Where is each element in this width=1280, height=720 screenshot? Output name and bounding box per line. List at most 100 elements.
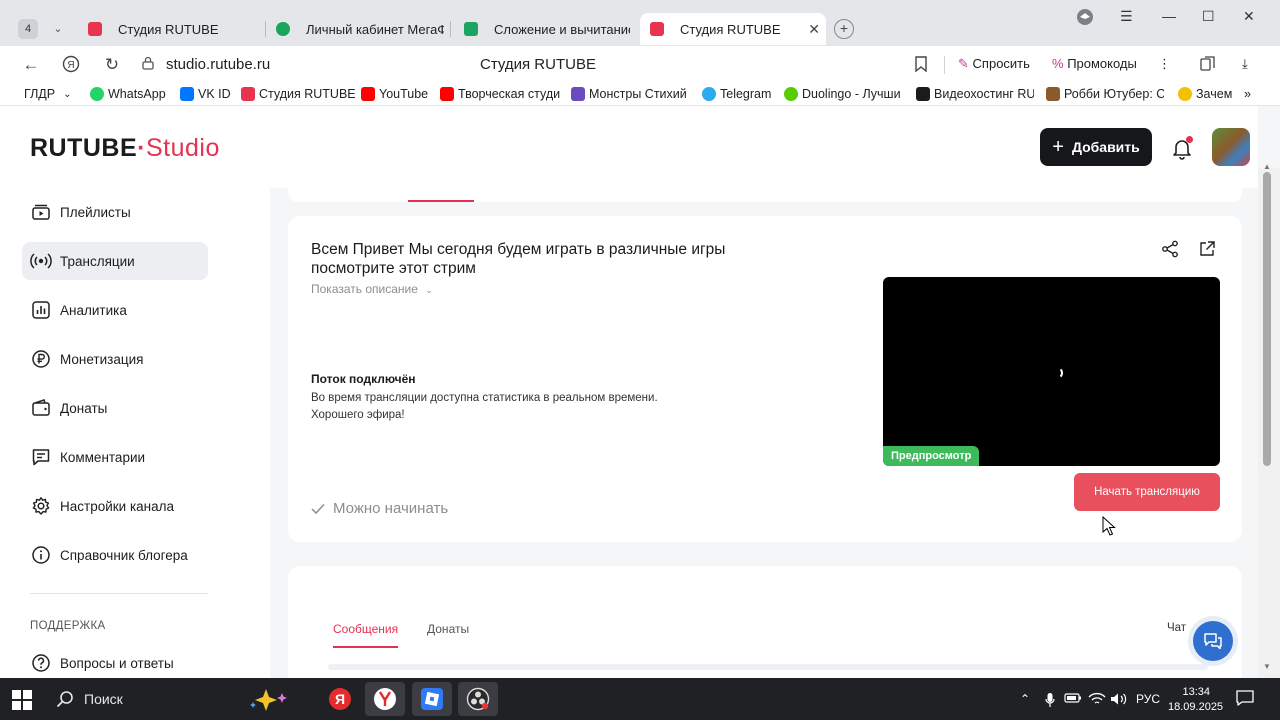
sidebar-item-donations[interactable]: Донаты bbox=[22, 389, 208, 427]
roblox-app-icon[interactable] bbox=[412, 682, 452, 716]
more-options-icon[interactable]: ⋮ bbox=[1158, 56, 1171, 72]
close-tab-icon[interactable]: ✕ bbox=[808, 21, 820, 38]
studio-logo[interactable]: RUTUBE·Studio bbox=[30, 134, 220, 163]
scroll-down-icon[interactable]: ▼ bbox=[1263, 662, 1271, 671]
bookmark-item[interactable]: VK ID bbox=[180, 87, 231, 101]
open-external-icon[interactable] bbox=[1198, 240, 1216, 263]
menu-icon[interactable]: ☰ bbox=[1120, 8, 1133, 25]
sidebar-item-blogger-guide[interactable]: Справочник блогера bbox=[22, 536, 208, 574]
tray-chevron-up-icon[interactable]: ⌃ bbox=[1020, 692, 1030, 706]
microphone-icon[interactable] bbox=[1045, 692, 1055, 711]
browser-tab-label: Студия RUTUBE bbox=[680, 21, 781, 37]
share-icon[interactable] bbox=[1161, 240, 1179, 263]
wallet-icon bbox=[30, 397, 52, 419]
maximize-icon[interactable]: ☐ bbox=[1202, 8, 1215, 25]
tab-donations[interactable]: Донаты bbox=[427, 622, 469, 636]
bookmark-item[interactable]: ГЛДР ⌄ bbox=[24, 87, 71, 101]
yandex-app-icon[interactable]: Я bbox=[320, 682, 360, 716]
notifications-center-icon[interactable] bbox=[1236, 690, 1254, 709]
bookmark-item[interactable]: YouTube bbox=[361, 87, 428, 101]
bookmark-item[interactable]: Зачем bbox=[1178, 87, 1232, 101]
divider bbox=[944, 56, 945, 74]
bookmark-item[interactable]: WhatsApp bbox=[90, 87, 166, 101]
bookmark-icon[interactable] bbox=[914, 56, 928, 75]
browser-tab-2[interactable]: Личный кабинет МегаФо bbox=[276, 13, 444, 45]
stream-preview[interactable]: Предпросмотр bbox=[883, 277, 1220, 466]
browser-tab-label: Студия RUTUBE bbox=[118, 21, 219, 37]
ask-icon: ✎ bbox=[958, 56, 969, 71]
sidebar: Плейлисты Трансляции Аналитика Монетизац… bbox=[0, 188, 270, 678]
preview-badge: Предпросмотр bbox=[883, 446, 980, 466]
yandex-browser-app-icon[interactable] bbox=[365, 682, 405, 716]
volume-icon[interactable] bbox=[1110, 692, 1128, 709]
plus-icon: + bbox=[1052, 136, 1064, 158]
bookmark-label: Творческая студи bbox=[458, 87, 560, 101]
browser-tab-1[interactable]: Студия RUTUBE bbox=[88, 13, 260, 45]
browser-tab-4-active[interactable]: Студия RUTUBE ✕ bbox=[640, 13, 826, 45]
show-description-link[interactable]: Показать описание ⌄ bbox=[311, 282, 433, 296]
close-window-icon[interactable]: ✕ bbox=[1243, 8, 1255, 25]
battery-icon[interactable] bbox=[1064, 692, 1082, 707]
bookmark-item[interactable]: Студия RUTUBE bbox=[241, 87, 356, 101]
profile-icon[interactable] bbox=[1076, 8, 1094, 29]
download-icon[interactable]: ⤓ bbox=[1242, 56, 1248, 72]
ready-status: Можно начинать bbox=[311, 500, 448, 517]
url-field[interactable]: studio.rutube.ru bbox=[166, 56, 270, 73]
bookmark-label: Студия RUTUBE bbox=[259, 87, 356, 101]
bookmark-label: ГЛДР bbox=[24, 87, 56, 101]
bookmark-label: Видеохостинг RU bbox=[934, 87, 1034, 101]
search-icon bbox=[56, 691, 73, 708]
sidebar-item-channel-settings[interactable]: Настройки канала bbox=[22, 487, 208, 525]
browser-tab-label: Личный кабинет МегаФо bbox=[306, 21, 444, 37]
reload-icon[interactable]: ↻ bbox=[101, 55, 123, 75]
language-indicator[interactable]: РУС bbox=[1136, 692, 1160, 706]
chat-toggle[interactable]: Чат bbox=[1167, 622, 1186, 634]
minimize-icon[interactable]: — bbox=[1162, 8, 1176, 24]
avatar[interactable] bbox=[1212, 128, 1250, 166]
chat-input-area[interactable] bbox=[328, 664, 1208, 670]
new-tab-button[interactable]: + bbox=[834, 19, 854, 39]
sidebar-item-faq[interactable]: Вопросы и ответы bbox=[22, 644, 208, 678]
bookmark-item[interactable]: Творческая студи bbox=[440, 87, 560, 101]
back-icon[interactable]: ← bbox=[20, 55, 42, 75]
sidebar-item-comments[interactable]: Комментарии bbox=[22, 438, 208, 476]
bookmark-item[interactable]: Telegram bbox=[702, 87, 771, 101]
tab-messages[interactable]: Сообщения bbox=[333, 622, 398, 636]
start-broadcast-button[interactable]: Начать трансляцию bbox=[1074, 473, 1220, 511]
stream-card: Всем Привет Мы сегодня будем играть в ра… bbox=[288, 216, 1242, 542]
browser-tab-3[interactable]: Сложение и вычитание тр bbox=[464, 13, 630, 45]
add-button[interactable]: + Добавить bbox=[1040, 128, 1152, 166]
ask-button[interactable]: ✎ Спросить bbox=[958, 56, 1030, 72]
more-bookmarks-icon[interactable]: » bbox=[1244, 87, 1251, 101]
support-chat-button[interactable] bbox=[1188, 616, 1238, 666]
bookmark-item[interactable]: Видеохостинг RU bbox=[916, 87, 1034, 101]
tab-count-button[interactable]: 4 bbox=[18, 19, 38, 39]
page-scrollbar[interactable]: ▲ ▼ bbox=[1258, 162, 1280, 678]
taskbar-search[interactable]: Поиск bbox=[48, 682, 310, 716]
scroll-up-icon[interactable]: ▲ bbox=[1263, 162, 1271, 171]
promo-button[interactable]: % Промокоды bbox=[1052, 56, 1137, 71]
bookmark-item[interactable]: Робби Ютубер: С bbox=[1046, 87, 1164, 101]
show-description-label: Показать описание bbox=[311, 282, 418, 296]
taskbar-clock[interactable]: 13:34 18.09.2025 bbox=[1168, 685, 1223, 715]
obs-app-icon[interactable] bbox=[458, 682, 498, 716]
sidebar-item-label: Комментарии bbox=[60, 449, 146, 465]
sidebar-item-analytics[interactable]: Аналитика bbox=[22, 291, 208, 329]
sidebar-item-monetization[interactable]: Монетизация bbox=[22, 340, 208, 378]
scrollbar-thumb[interactable] bbox=[1263, 172, 1271, 466]
bookmark-item[interactable]: Монстры Стихий bbox=[571, 87, 689, 101]
analytics-icon bbox=[30, 299, 52, 321]
yandex-icon[interactable]: Я bbox=[60, 55, 82, 78]
windows-start-icon[interactable] bbox=[12, 690, 32, 710]
stream-connected-text: Во время трансляции доступна статистика … bbox=[311, 390, 658, 424]
chat-card: Сообщения Донаты Чат bbox=[288, 566, 1242, 678]
tab-list-chevron-icon[interactable]: ⌄ bbox=[50, 19, 66, 39]
sidebar-item-broadcasts[interactable]: Трансляции bbox=[22, 242, 208, 280]
logo-main-text: RUTUBE bbox=[30, 134, 138, 162]
bookmark-item[interactable]: Duolingo - Лучши bbox=[784, 87, 904, 101]
bookmark-label: WhatsApp bbox=[108, 87, 166, 101]
browser-tab-label: Сложение и вычитание тр bbox=[494, 21, 630, 37]
collections-icon[interactable] bbox=[1200, 56, 1216, 75]
sidebar-item-playlists[interactable]: Плейлисты bbox=[22, 193, 208, 231]
wifi-icon[interactable] bbox=[1088, 692, 1106, 709]
